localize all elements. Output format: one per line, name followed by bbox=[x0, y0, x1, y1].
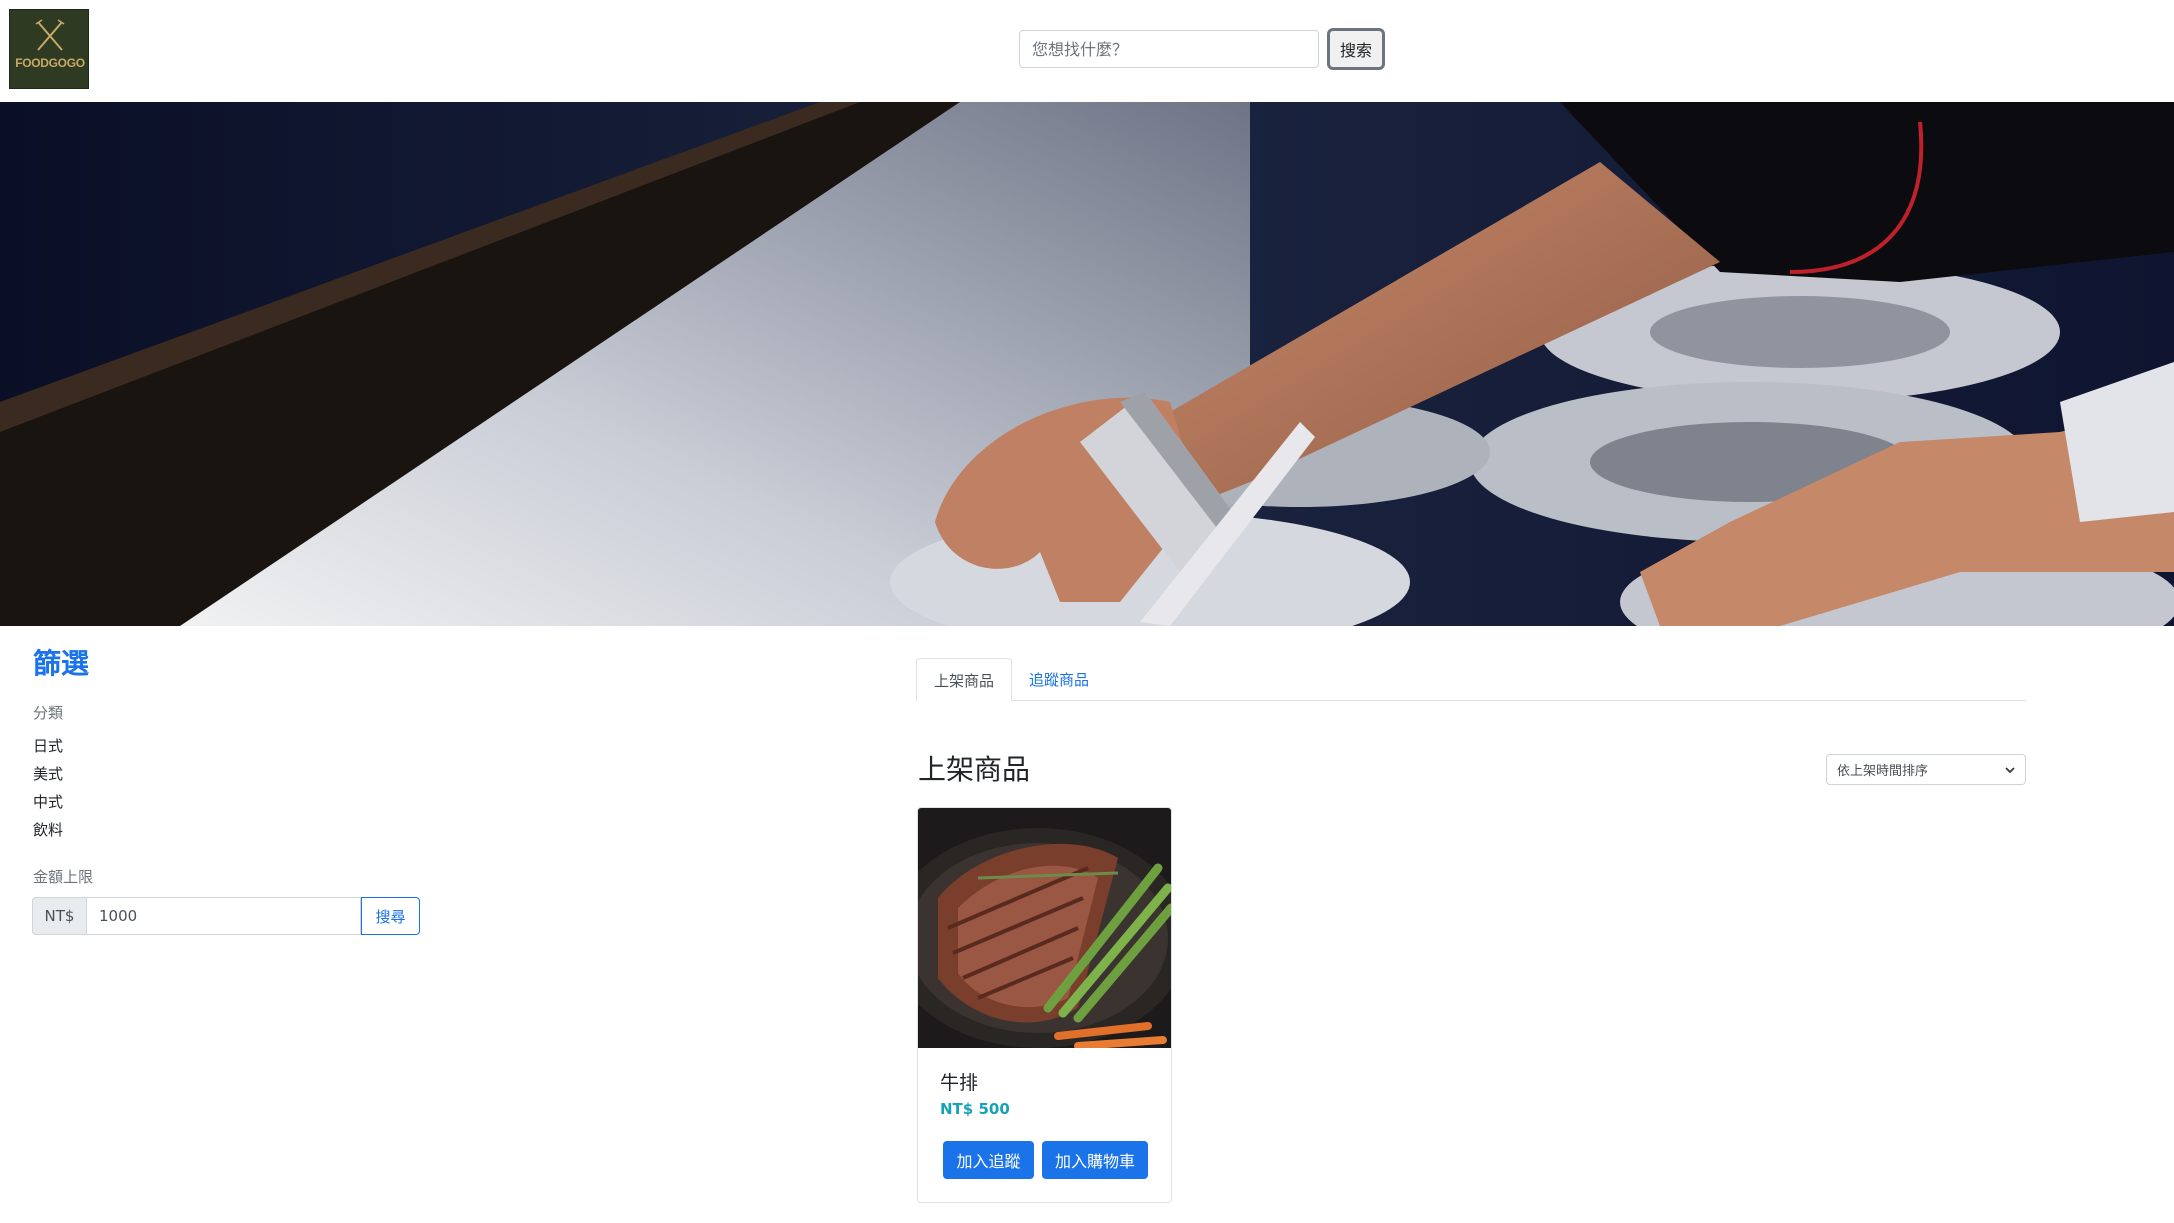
sort-select[interactable]: 依上架時間排序 bbox=[1826, 754, 2026, 785]
add-to-tracking-button[interactable]: 加入追蹤 bbox=[943, 1141, 1034, 1179]
category-list: 日式 美式 中式 飲料 bbox=[33, 732, 63, 844]
add-to-cart-button[interactable]: 加入購物車 bbox=[1042, 1141, 1148, 1179]
currency-prefix: NT$ bbox=[32, 897, 87, 935]
category-item[interactable]: 日式 bbox=[33, 732, 63, 760]
product-image-steak bbox=[918, 808, 1171, 1048]
top-navbar: FOODGOGO 搜索 bbox=[0, 0, 2174, 102]
category-item[interactable]: 美式 bbox=[33, 760, 63, 788]
search-input[interactable] bbox=[1019, 30, 1319, 68]
product-price: NT$ 500 bbox=[940, 1100, 1010, 1118]
price-limit-input[interactable] bbox=[87, 897, 361, 935]
logo-text: FOODGOGO bbox=[15, 56, 85, 70]
search-button[interactable]: 搜索 bbox=[1327, 28, 1385, 70]
sort-selected-value: 依上架時間排序 bbox=[1837, 764, 1929, 779]
tab-tracked-products[interactable]: 追蹤商品 bbox=[1012, 658, 1106, 701]
section-title: 上架商品 bbox=[918, 753, 1031, 786]
cutlery-icon bbox=[35, 19, 65, 51]
chevron-down-icon bbox=[2005, 766, 2015, 773]
hero-banner-image bbox=[0, 102, 2174, 626]
product-tabs: 上架商品 追蹤商品 bbox=[916, 658, 2026, 702]
price-search-button[interactable]: 搜尋 bbox=[361, 897, 420, 935]
filter-title: 篩選 bbox=[33, 647, 90, 680]
price-limit-label: 金額上限 bbox=[33, 868, 94, 886]
category-item[interactable]: 中式 bbox=[33, 788, 63, 816]
category-item[interactable]: 飲料 bbox=[33, 816, 63, 844]
brand-logo[interactable]: FOODGOGO bbox=[9, 9, 89, 89]
product-name: 牛排 bbox=[940, 1072, 979, 1094]
price-limit-group: NT$ 搜尋 bbox=[32, 897, 420, 935]
tab-listed-products[interactable]: 上架商品 bbox=[916, 658, 1013, 702]
category-label: 分類 bbox=[33, 704, 64, 722]
product-card: 牛排 NT$ 500 加入追蹤 加入購物車 bbox=[917, 807, 1172, 1203]
